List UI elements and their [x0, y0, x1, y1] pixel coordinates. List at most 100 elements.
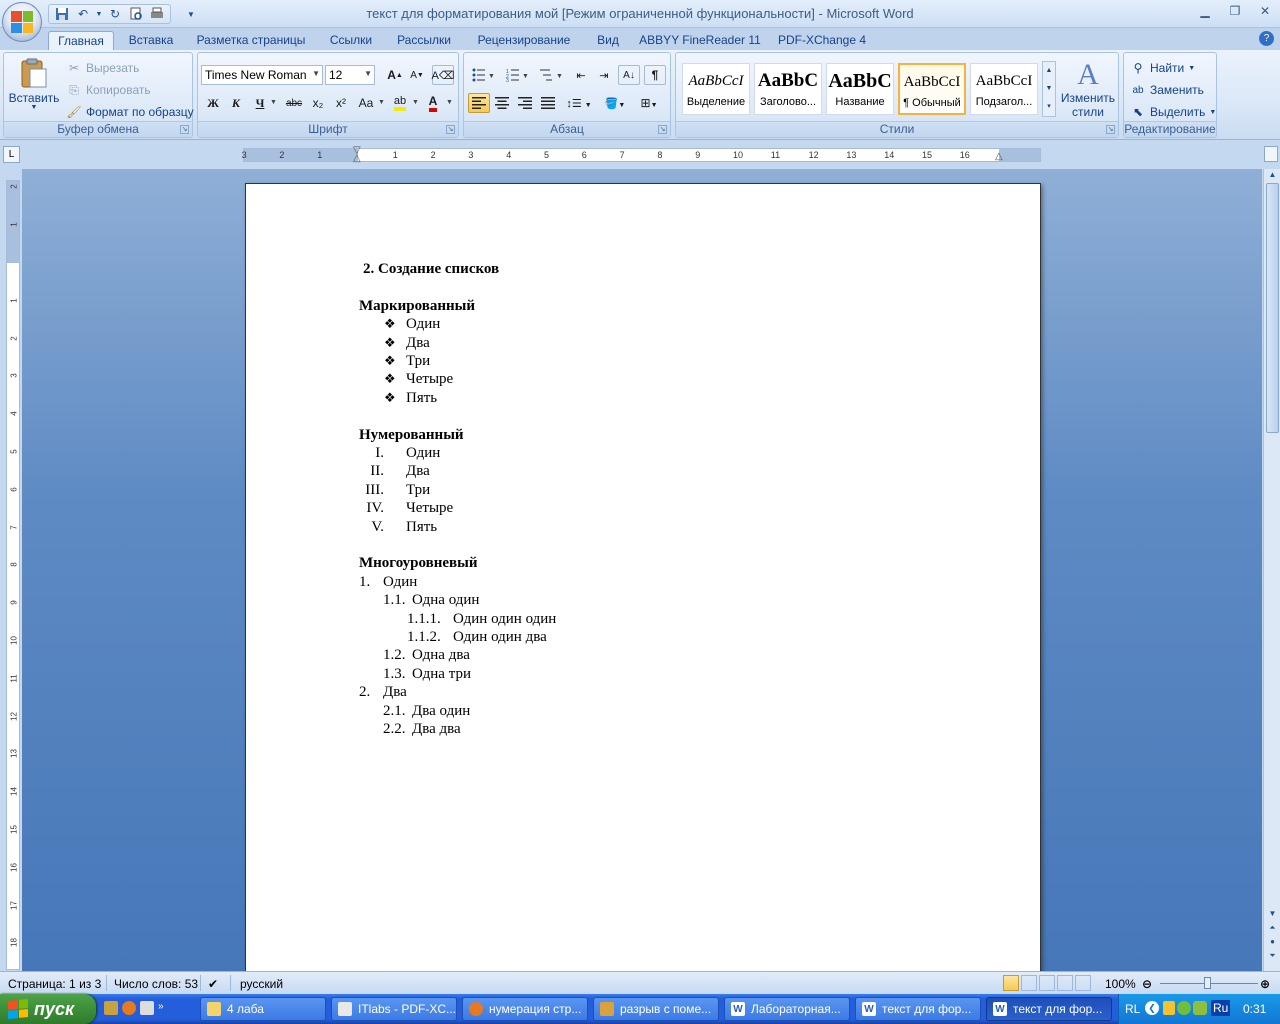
underline-button[interactable]: Ч: [249, 93, 271, 113]
outline-view-icon[interactable]: [1057, 975, 1073, 991]
more-styles-icon[interactable]: ▾: [1043, 98, 1055, 116]
taskbar-item[interactable]: разрыв с поме...: [593, 997, 719, 1021]
change-case-button[interactable]: Aa: [355, 93, 377, 113]
close-icon[interactable]: ✕: [1250, 0, 1280, 22]
paste-button[interactable]: Вставить ▼: [8, 57, 60, 111]
subscript-button[interactable]: x₂: [307, 93, 329, 113]
scroll-up-icon[interactable]: ▲: [1266, 170, 1279, 182]
superscript-button[interactable]: x²: [330, 93, 352, 113]
document-page[interactable]: 2. Создание списков Маркированный ❖ Один …: [245, 183, 1041, 971]
grow-font-button[interactable]: A ▲: [384, 65, 406, 85]
firefox-icon[interactable]: [122, 1001, 136, 1015]
proofing-icon[interactable]: ✔: [208, 977, 218, 991]
show-formatting-button[interactable]: ¶: [644, 65, 666, 85]
office-button[interactable]: [2, 2, 42, 42]
strikethrough-button[interactable]: abc: [283, 93, 305, 113]
justify-button[interactable]: [537, 93, 559, 113]
chevron-left-icon[interactable]: ❮: [1145, 1001, 1159, 1015]
borders-button[interactable]: ⊞▼: [634, 93, 664, 113]
font-family-select[interactable]: Times New Roman ▼: [201, 65, 323, 85]
sort-button[interactable]: A↓: [618, 65, 640, 85]
right-indent-marker[interactable]: △: [995, 151, 1003, 162]
network-icon[interactable]: [1177, 1001, 1191, 1015]
align-left-button[interactable]: [468, 93, 490, 113]
copy-button[interactable]: ⎘ Копировать: [66, 82, 150, 98]
chevron-down-icon[interactable]: ▼: [378, 99, 385, 106]
format-painter-button[interactable]: 🖌 Формат по образцу: [66, 104, 193, 120]
shrink-font-button[interactable]: A ▼: [406, 65, 428, 85]
shading-button[interactable]: 🪣▼: [600, 93, 630, 113]
dialog-launcher-icon[interactable]: ↘: [180, 125, 189, 134]
style-subtitle[interactable]: AaBbCcI Подзагол...: [970, 63, 1038, 115]
italic-button[interactable]: К: [225, 93, 247, 113]
tab-insert[interactable]: Вставка: [122, 31, 180, 51]
chevron-down-icon[interactable]: ▼: [446, 99, 453, 106]
reading-view-icon[interactable]: [1021, 975, 1037, 991]
app-icon[interactable]: [140, 1001, 154, 1015]
numbering-button[interactable]: 1 2 3 ▼: [502, 65, 532, 85]
zoom-out-icon[interactable]: ⊖: [1142, 977, 1152, 991]
find-button[interactable]: ⚲ Найти ▼: [1130, 60, 1196, 76]
tab-abbyy[interactable]: ABBYY FineReader 11: [638, 31, 762, 51]
line-spacing-button[interactable]: ↕☰ ▼: [564, 93, 594, 113]
taskbar-item[interactable]: W Лабораторная...: [724, 997, 850, 1021]
increase-indent-button[interactable]: ⇥: [593, 65, 615, 85]
language-bar[interactable]: RL: [1125, 1002, 1140, 1016]
style-title[interactable]: AaBbC Название: [826, 63, 894, 115]
select-button[interactable]: ⬉ Выделить ▼: [1130, 104, 1216, 120]
undo-dropdown-icon[interactable]: ▼: [95, 6, 103, 22]
quick-print-icon[interactable]: [148, 6, 166, 22]
redo-icon[interactable]: ↻: [106, 6, 124, 22]
word-count[interactable]: Число слов: 53: [114, 977, 198, 991]
taskbar-item-active[interactable]: W текст для фор...: [986, 997, 1112, 1021]
taskbar-item[interactable]: нумерация стр...: [462, 997, 588, 1021]
replace-button[interactable]: ab Заменить: [1130, 82, 1204, 98]
cut-button[interactable]: ✂ Вырезать: [66, 60, 139, 76]
dialog-launcher-icon[interactable]: ↘: [658, 125, 667, 134]
style-emphasis[interactable]: AaBbCcI Выделение: [682, 63, 750, 115]
page-count[interactable]: Страница: 1 из 3: [8, 977, 101, 991]
scroll-down-icon[interactable]: ▼: [1266, 909, 1279, 921]
style-heading[interactable]: AaBbC Заголово...: [754, 63, 822, 115]
tab-view[interactable]: Вид: [588, 31, 628, 51]
font-color-button[interactable]: A: [422, 93, 444, 113]
help-icon[interactable]: ?: [1259, 31, 1274, 46]
align-right-button[interactable]: [514, 93, 536, 113]
show-desktop-icon[interactable]: [104, 1001, 118, 1015]
vertical-ruler[interactable]: 2 1 1 2 3 4 5 6 7 8 9 10 11 12 13 14 15 16 17 18: [6, 180, 20, 970]
shield-icon[interactable]: [1163, 1001, 1175, 1015]
tab-review[interactable]: Рецензирование: [470, 31, 578, 51]
tab-references[interactable]: Ссылки: [322, 31, 380, 51]
web-layout-view-icon[interactable]: [1039, 975, 1055, 991]
security-icon[interactable]: [1193, 1001, 1207, 1015]
print-preview-icon[interactable]: [127, 6, 145, 22]
multilevel-list-button[interactable]: ▼: [536, 65, 566, 85]
browse-object-icon[interactable]: ●: [1266, 937, 1279, 949]
undo-icon[interactable]: ↶: [74, 6, 92, 22]
previous-page-icon[interactable]: ⏶: [1266, 923, 1279, 935]
next-page-icon[interactable]: ⏷: [1266, 951, 1279, 963]
customize-qat-icon[interactable]: ▼: [182, 6, 200, 22]
print-layout-view-icon[interactable]: [1003, 975, 1019, 991]
bold-button[interactable]: Ж: [202, 93, 224, 113]
decrease-indent-button[interactable]: ⇤: [570, 65, 592, 85]
bullets-button[interactable]: ▼: [468, 65, 498, 85]
vertical-scrollbar[interactable]: ▲ ▼ ⏶ ● ⏷: [1263, 169, 1280, 971]
dialog-launcher-icon[interactable]: ↘: [1106, 125, 1115, 134]
style-normal[interactable]: AaBbCcI ¶ Обычный: [898, 63, 966, 115]
chevron-down-icon[interactable]: ▼: [412, 99, 419, 106]
save-icon[interactable]: [53, 6, 71, 22]
taskbar-item[interactable]: ITlabs - PDF-XC...: [331, 997, 457, 1021]
zoom-slider-thumb[interactable]: [1204, 977, 1211, 989]
chevron-right-icon[interactable]: »: [158, 1001, 164, 1015]
language-indicator[interactable]: русский: [240, 977, 283, 991]
horizontal-ruler[interactable]: 3 2 1 1 2 3 4 5 6 7 8 9 10 11 12 13 14 15 16 ▽ △ △: [242, 145, 1041, 164]
scrollbar-thumb[interactable]: [1266, 183, 1279, 433]
taskbar-item[interactable]: W текст для фор...: [855, 997, 981, 1021]
restore-icon[interactable]: ❐: [1220, 0, 1250, 22]
highlight-button[interactable]: ab: [389, 93, 411, 113]
keyboard-layout[interactable]: Ru: [1211, 1000, 1231, 1016]
font-size-select[interactable]: 12 ▼: [325, 65, 375, 85]
chevron-up-icon[interactable]: ▲: [1043, 62, 1055, 80]
tab-pdfxchange[interactable]: PDF-XChange 4: [772, 31, 872, 51]
